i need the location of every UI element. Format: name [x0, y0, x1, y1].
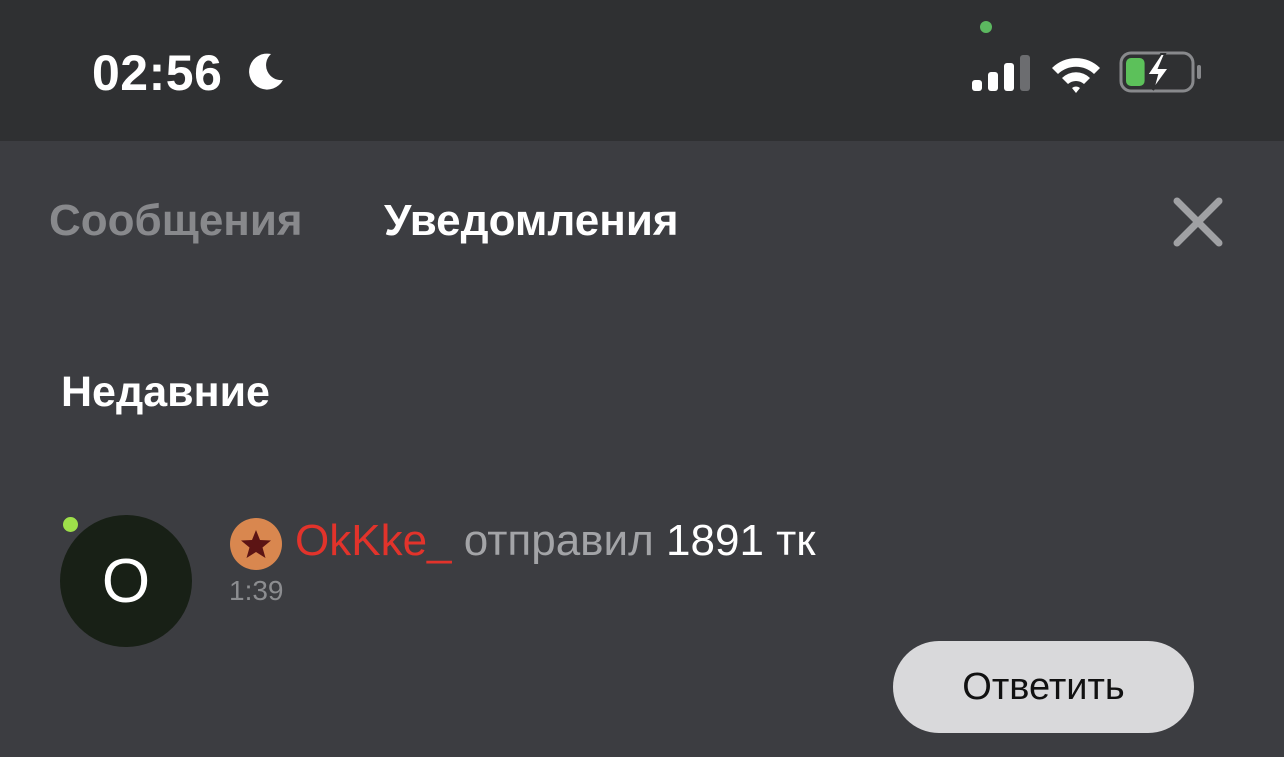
notification-username[interactable]: OkKke_	[295, 516, 452, 565]
star-icon	[241, 530, 271, 558]
cellular-signal-icon	[972, 55, 1030, 91]
battery-charging-icon	[1119, 51, 1201, 93]
star-badge-icon	[230, 518, 282, 570]
notification-action: отправил	[463, 516, 654, 565]
status-bar: 02:56	[0, 0, 1284, 141]
notification-text: OkKke_ отправил 1891 тк	[295, 516, 816, 566]
privacy-indicator-dot	[980, 21, 992, 33]
wifi-icon	[1052, 58, 1100, 93]
tab-notifications[interactable]: Уведомления	[384, 196, 679, 246]
online-status-dot	[63, 517, 78, 532]
status-time: 02:56	[92, 45, 223, 101]
moon-icon	[249, 53, 283, 90]
avatar[interactable]: O	[60, 515, 192, 647]
avatar-letter: O	[101, 546, 151, 616]
notification-amount: 1891 тк	[666, 516, 816, 565]
reply-button[interactable]: Ответить	[893, 641, 1194, 733]
tab-messages[interactable]: Сообщения	[49, 196, 303, 246]
section-title-recent: Недавние	[61, 368, 270, 416]
close-icon[interactable]	[1168, 192, 1228, 252]
notification-time: 1:39	[229, 575, 284, 606]
